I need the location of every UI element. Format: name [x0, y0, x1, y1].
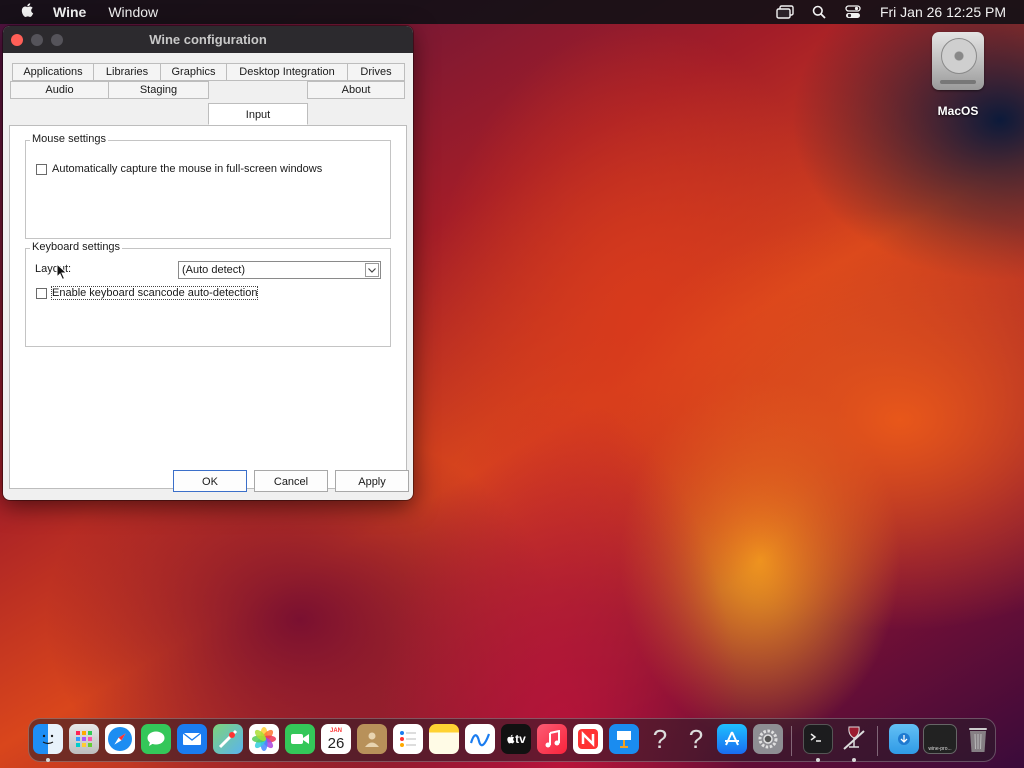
finder-icon[interactable] — [33, 724, 63, 754]
tab-drives[interactable]: Drives — [347, 63, 405, 81]
apply-button[interactable]: Apply — [335, 470, 409, 492]
calendar-month: JAN — [329, 727, 342, 734]
wine-icon[interactable] — [839, 724, 869, 754]
calendar-day: 26 — [327, 734, 345, 752]
scancode-option[interactable]: Enable keyboard scancode auto-detection — [36, 286, 259, 300]
tab-audio[interactable]: Audio — [10, 81, 109, 99]
capture-mouse-label: Automatically capture the mouse in full-… — [52, 163, 323, 175]
scancode-checkbox[interactable] — [36, 287, 47, 299]
desktop-disk-label: MacOS — [937, 104, 979, 118]
zoom-window-button[interactable] — [51, 34, 63, 46]
chevron-down-icon[interactable] — [365, 263, 379, 277]
tab-about[interactable]: About — [307, 81, 405, 99]
tab-input[interactable]: Input — [208, 103, 308, 125]
window-title: Wine configuration — [149, 32, 267, 47]
apple-tv-icon[interactable]: tv — [501, 724, 531, 754]
mail-icon[interactable] — [177, 724, 207, 754]
window-titlebar[interactable]: Wine configuration — [3, 26, 413, 53]
ok-button[interactable]: OK — [173, 470, 247, 492]
menu-window[interactable]: Window — [108, 4, 158, 20]
mouse-pointer-icon — [56, 262, 68, 286]
calendar-icon[interactable]: JAN 26 — [321, 724, 351, 754]
minimized-window-wine[interactable]: wine-pro... — [923, 724, 957, 754]
keyboard-settings-legend: Keyboard settings — [30, 241, 123, 253]
music-icon[interactable] — [537, 724, 567, 754]
safari-icon[interactable] — [105, 724, 135, 754]
keynote-icon[interactable] — [609, 724, 639, 754]
tab-graphics[interactable]: Graphics — [160, 63, 227, 81]
capture-mouse-option[interactable]: Automatically capture the mouse in full-… — [36, 163, 322, 175]
messages-icon[interactable] — [141, 724, 171, 754]
screen-mirroring-icon[interactable] — [774, 4, 796, 20]
control-center-icon[interactable] — [842, 4, 864, 20]
notes-icon[interactable] — [429, 724, 459, 754]
minimize-window-button[interactable] — [31, 34, 43, 46]
tab-desktop-integration[interactable]: Desktop Integration — [226, 63, 348, 81]
news-icon[interactable] — [573, 724, 603, 754]
trash-icon[interactable] — [963, 724, 993, 754]
maps-icon[interactable] — [213, 724, 243, 754]
launchpad-icon[interactable] — [69, 724, 99, 754]
photos-icon[interactable] — [249, 724, 279, 754]
window-content: Applications Libraries Graphics Desktop … — [9, 53, 409, 493]
dock: JAN 26 tv ? ? wine-pro... — [28, 718, 996, 762]
tab-staging[interactable]: Staging — [108, 81, 209, 99]
apple-menu-icon[interactable] — [17, 2, 37, 23]
mouse-settings-group: Mouse settings Automatically capture the… — [25, 133, 391, 239]
mouse-settings-legend: Mouse settings — [30, 133, 108, 145]
layout-select[interactable]: (Auto detect) — [178, 261, 381, 279]
minimized-window-label: wine-pro... — [928, 746, 952, 752]
menu-bar: Wine Window Fri Jan 26 12:25 PM — [0, 0, 1024, 24]
tab-panel-input: Mouse settings Automatically capture the… — [9, 125, 407, 489]
app-menu-wine[interactable]: Wine — [53, 4, 86, 20]
downloads-folder-icon[interactable] — [889, 724, 919, 754]
tab-libraries[interactable]: Libraries — [93, 63, 161, 81]
tab-applications[interactable]: Applications — [12, 63, 94, 81]
app-store-icon[interactable] — [717, 724, 747, 754]
menubar-clock[interactable]: Fri Jan 26 12:25 PM — [880, 4, 1006, 20]
scancode-label: Enable keyboard scancode auto-detection — [50, 286, 259, 300]
terminal-icon[interactable] — [803, 724, 833, 754]
keyboard-settings-group: Keyboard settings Layout: (Auto detect) … — [25, 241, 391, 347]
capture-mouse-checkbox[interactable] — [36, 163, 47, 175]
facetime-icon[interactable] — [285, 724, 315, 754]
contacts-icon[interactable] — [357, 724, 387, 754]
apple-tv-label: tv — [515, 732, 526, 746]
system-settings-icon[interactable] — [753, 724, 783, 754]
cancel-button[interactable]: Cancel — [254, 470, 328, 492]
hard-drive-icon — [932, 32, 984, 90]
layout-select-value: (Auto detect) — [182, 264, 245, 276]
spotlight-search-icon[interactable] — [808, 4, 830, 20]
help-icon[interactable]: ? — [645, 724, 675, 754]
freeform-icon[interactable] — [465, 724, 495, 754]
close-window-button[interactable] — [11, 34, 23, 46]
desktop-disk-macos[interactable]: MacOS — [922, 32, 994, 118]
reminders-icon[interactable] — [393, 724, 423, 754]
help-icon-2[interactable]: ? — [681, 724, 711, 754]
